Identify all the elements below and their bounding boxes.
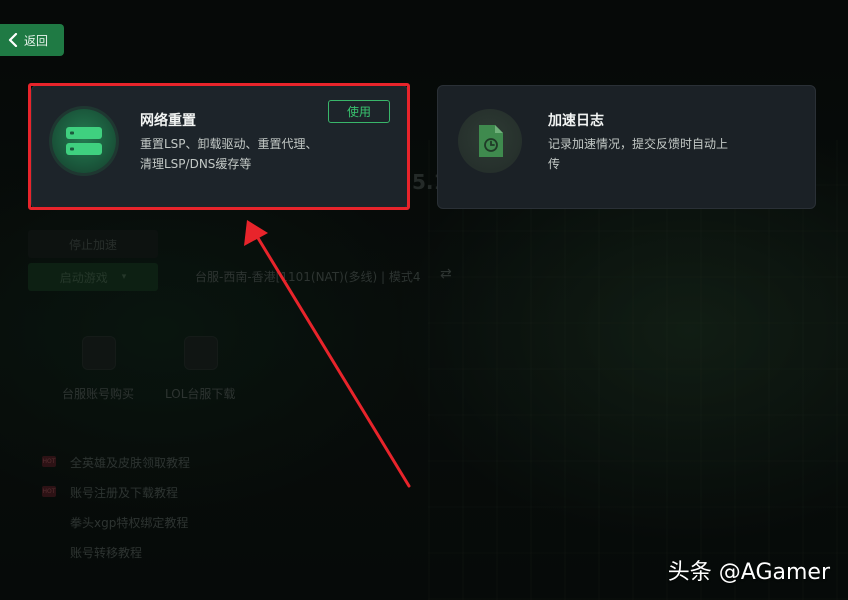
watermark: 头条 @AGamer [667, 560, 830, 585]
server-icon [52, 109, 116, 173]
card-description: 记录加速情况，提交反馈时自动上 传 [548, 134, 738, 174]
card-description-line: 重置LSP、卸载驱动、重置代理、 [140, 137, 318, 151]
network-reset-card[interactable]: 网络重置 重置LSP、卸载驱动、重置代理、 清理LSP/DNS缓存等 使用 [31, 85, 408, 209]
card-description-line: 记录加速情况，提交反馈时自动上 [548, 137, 729, 151]
card-description-line: 清理LSP/DNS缓存等 [140, 157, 252, 171]
back-button[interactable]: 返回 [0, 24, 64, 56]
card-title: 网络重置 [140, 113, 196, 129]
use-button[interactable]: 使用 [328, 100, 390, 123]
chevron-left-icon [8, 33, 18, 47]
log-file-icon [458, 109, 522, 173]
back-label: 返回 [24, 33, 49, 48]
card-description-line: 传 [548, 157, 561, 171]
acceleration-log-card[interactable]: 加速日志 记录加速情况，提交反馈时自动上 传 [437, 85, 816, 209]
card-description: 重置LSP、卸载驱动、重置代理、 清理LSP/DNS缓存等 [140, 134, 330, 174]
card-title: 加速日志 [548, 113, 604, 129]
